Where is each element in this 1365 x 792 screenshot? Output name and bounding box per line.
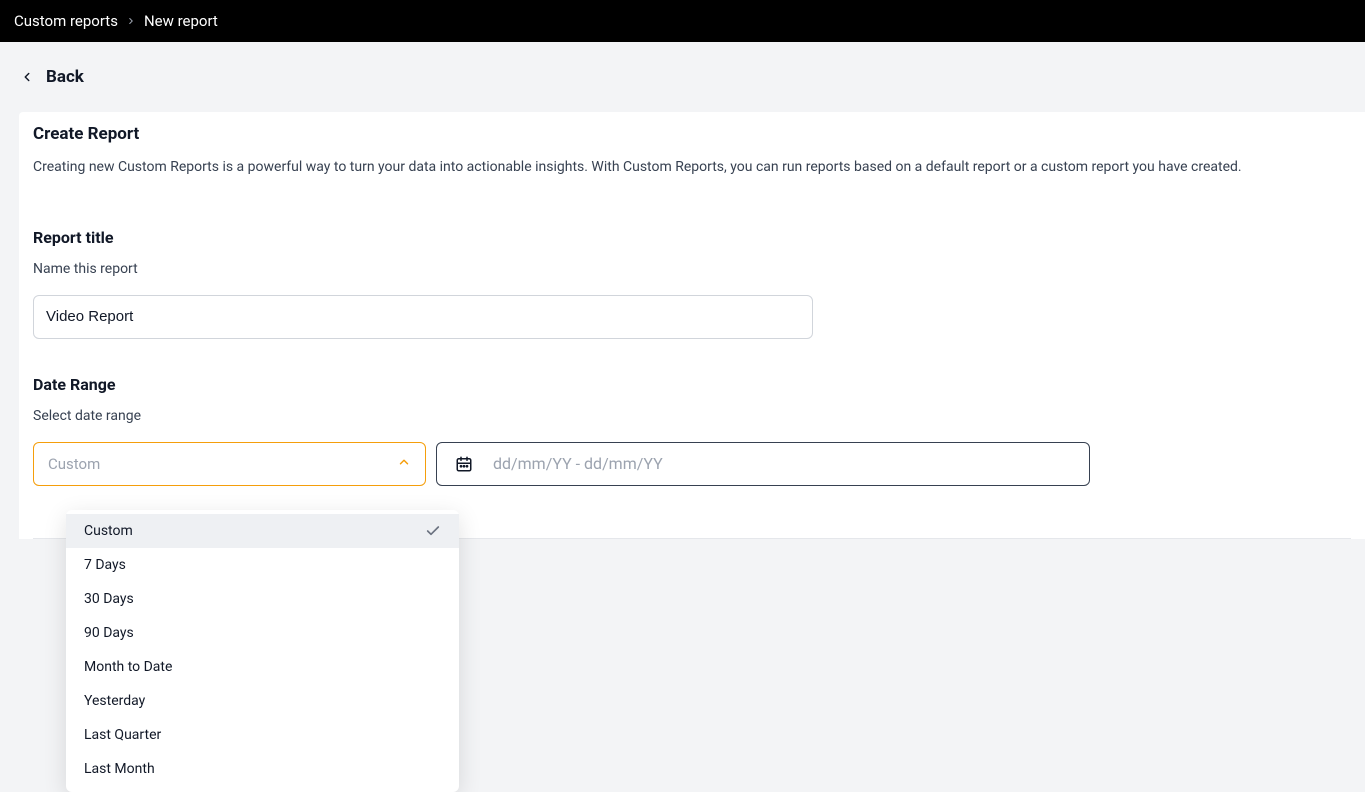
create-report-card: Create Report Creating new Custom Report… xyxy=(19,112,1365,539)
date-range-picker[interactable]: dd/mm/YY - dd/mm/YY xyxy=(436,442,1090,486)
date-range-option[interactable]: Custom xyxy=(66,514,459,548)
date-range-option-label: 7 Days xyxy=(84,557,126,573)
chevron-right-icon xyxy=(126,16,136,26)
date-range-option-label: Last Quarter xyxy=(84,727,161,743)
page-description: Creating new Custom Reports is a powerfu… xyxy=(33,158,1351,178)
back-label: Back xyxy=(46,67,84,87)
date-range-placeholder: dd/mm/YY - dd/mm/YY xyxy=(493,454,663,473)
calendar-icon xyxy=(455,455,473,473)
date-range-option-label: 90 Days xyxy=(84,625,134,641)
date-range-option-label: Yesterday xyxy=(84,693,145,709)
date-range-option[interactable]: 7 Days xyxy=(66,548,459,582)
date-range-sublabel: Select date range xyxy=(33,408,1351,424)
breadcrumb-bar: Custom reports New report xyxy=(0,0,1365,42)
date-range-option[interactable]: Last Month xyxy=(66,752,459,786)
date-range-heading: Date Range xyxy=(33,375,1351,394)
date-range-option[interactable]: Yesterday xyxy=(66,684,459,718)
header-section: Create Report Creating new Custom Report… xyxy=(33,112,1351,200)
check-icon xyxy=(425,523,441,539)
chevron-up-icon xyxy=(397,455,411,473)
date-range-option[interactable]: Last Quarter xyxy=(66,718,459,752)
date-range-option[interactable]: Month to Date xyxy=(66,650,459,684)
report-title-heading: Report title xyxy=(33,228,1351,247)
date-range-section: Date Range Select date range Custom xyxy=(33,361,1351,508)
date-range-option[interactable]: 30 Days xyxy=(66,582,459,616)
chevron-left-icon xyxy=(20,70,34,84)
breadcrumb-current: New report xyxy=(144,12,218,30)
date-range-option-label: Month to Date xyxy=(84,659,172,675)
breadcrumb-parent[interactable]: Custom reports xyxy=(14,12,118,30)
date-range-option-label: Last Month xyxy=(84,761,155,777)
report-title-section: Report title Name this report xyxy=(33,200,1351,361)
date-range-option-label: 30 Days xyxy=(84,591,134,607)
date-range-dropdown: Custom 7 Days 30 Days 90 Days Month to Date Y… xyxy=(66,510,459,792)
date-range-option[interactable]: 90 Days xyxy=(66,616,459,650)
back-button[interactable]: Back xyxy=(0,42,1365,112)
date-range-select-value: Custom xyxy=(48,455,100,473)
report-title-input[interactable] xyxy=(33,295,813,339)
date-range-select[interactable]: Custom xyxy=(33,442,426,486)
report-title-sublabel: Name this report xyxy=(33,261,1351,277)
date-range-option-label: Custom xyxy=(84,523,133,539)
page-title: Create Report xyxy=(33,124,1351,144)
